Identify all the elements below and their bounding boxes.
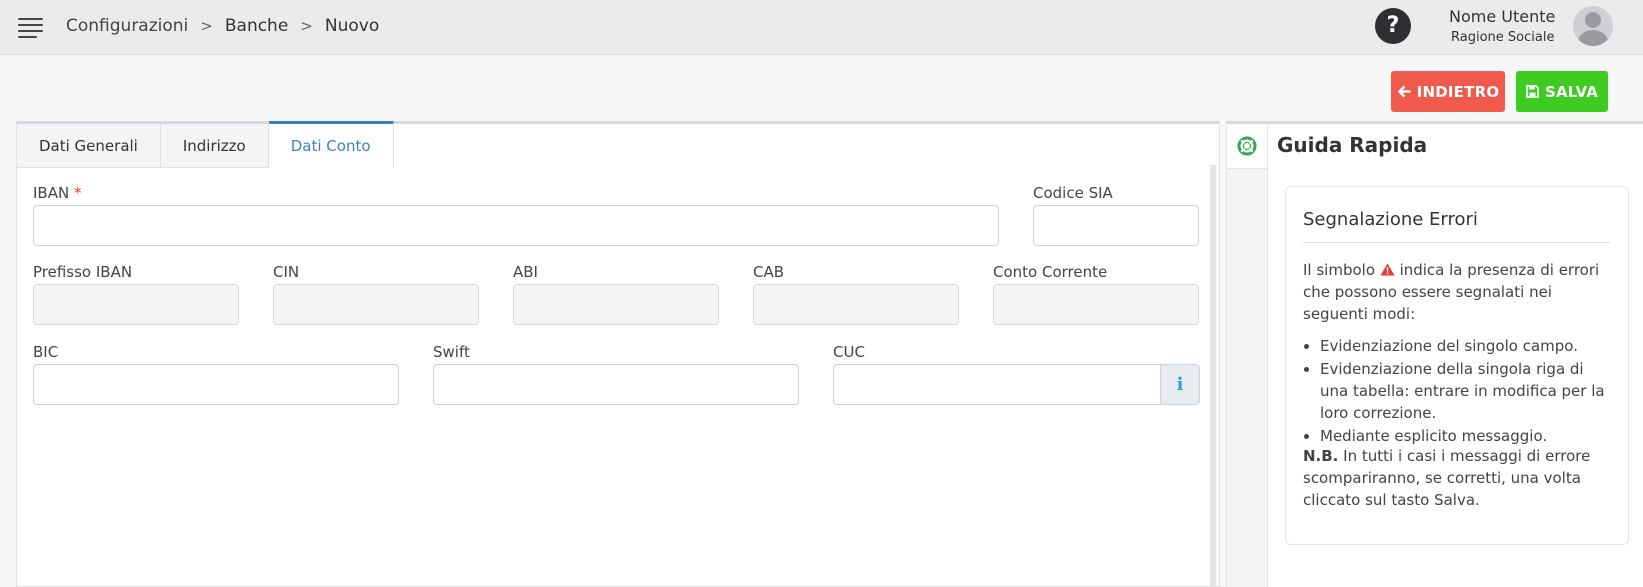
- breadcrumb-item-configurazioni[interactable]: Configurazioni: [66, 16, 188, 36]
- card-title: Segnalazione Errori: [1303, 209, 1478, 230]
- codice-sia-input[interactable]: [1033, 205, 1199, 246]
- help-icon[interactable]: ?: [1375, 8, 1411, 44]
- error-guide-card: Segnalazione Errori Il simbolo indica la…: [1285, 186, 1629, 545]
- cuc-label: CUC: [833, 343, 865, 361]
- back-button[interactable]: INDIETRO: [1391, 71, 1505, 112]
- list-item: Mediante esplicito messaggio.: [1320, 425, 1610, 447]
- save-button[interactable]: SALVA: [1516, 71, 1608, 112]
- breadcrumb-separator: >: [300, 17, 313, 35]
- cin-input: [273, 284, 479, 325]
- list-item: Evidenziazione della singola riga di una…: [1320, 358, 1610, 424]
- tab-dati-conto[interactable]: Dati Conto: [268, 121, 394, 168]
- note-label: N.B.: [1303, 447, 1339, 465]
- iban-input[interactable]: [33, 205, 999, 246]
- bic-input[interactable]: [33, 364, 399, 405]
- tab-bar: Dati Generali Indirizzo Dati Conto: [17, 121, 394, 168]
- abi-label: ABI: [513, 263, 538, 281]
- conto-corrente-input: [993, 284, 1199, 325]
- breadcrumb-item-nuovo: Nuovo: [324, 16, 380, 36]
- cin-label: CIN: [273, 263, 300, 281]
- abi-input: [513, 284, 719, 325]
- top-bar: Configurazioni > Banche > Nuovo ? Nome U…: [0, 0, 1643, 55]
- user-name[interactable]: Nome Utente: [1449, 7, 1555, 26]
- error-mode-list: Evidenziazione del singolo campo. Eviden…: [1320, 335, 1610, 448]
- guide-sidebar-strip: [1226, 169, 1268, 587]
- user-company: Ragione Sociale: [1451, 30, 1555, 45]
- prefisso-iban-label: Prefisso IBAN: [33, 263, 133, 281]
- swift-input[interactable]: [433, 364, 799, 405]
- tab-dati-generali[interactable]: Dati Generali: [17, 124, 161, 168]
- info-icon: i: [1176, 374, 1184, 395]
- breadcrumb-item-banche[interactable]: Banche: [225, 16, 288, 36]
- cab-label: CAB: [753, 263, 785, 281]
- note-text: N.B. In tutti i casi i messaggi di error…: [1303, 447, 1591, 509]
- guide-title: Guida Rapida: [1277, 133, 1428, 157]
- cab-input: [753, 284, 959, 325]
- divider: [1303, 242, 1610, 243]
- cuc-info-button[interactable]: i: [1160, 364, 1200, 405]
- list-item: Evidenziazione del singolo campo.: [1320, 335, 1610, 357]
- swift-label: Swift: [433, 343, 470, 361]
- tab-indirizzo[interactable]: Indirizzo: [160, 124, 269, 168]
- bic-label: BIC: [33, 343, 59, 361]
- breadcrumb: Configurazioni > Banche > Nuovo: [66, 16, 379, 36]
- conto-corrente-label: Conto Corrente: [993, 263, 1108, 281]
- avatar[interactable]: [1573, 6, 1613, 46]
- floppy-disk-icon: [1526, 85, 1539, 98]
- arrow-left-icon: [1397, 85, 1411, 98]
- warning-icon: [1380, 263, 1395, 276]
- scrollbar[interactable]: [1210, 165, 1216, 587]
- menu-icon[interactable]: [18, 18, 43, 38]
- prefisso-iban-input: [33, 284, 239, 325]
- required-marker: *: [73, 184, 82, 202]
- breadcrumb-separator: >: [200, 17, 213, 35]
- codice-sia-label: Codice SIA: [1033, 184, 1113, 202]
- back-button-label: INDIETRO: [1416, 82, 1500, 101]
- error-intro-text: Il simbolo indica la presenza di errori …: [1303, 261, 1600, 323]
- lifebuoy-icon: [1237, 136, 1257, 156]
- guide-tab[interactable]: [1226, 121, 1268, 169]
- cuc-input[interactable]: [833, 364, 1161, 405]
- iban-label: IBAN *: [33, 184, 82, 202]
- save-button-label: SALVA: [1544, 82, 1599, 101]
